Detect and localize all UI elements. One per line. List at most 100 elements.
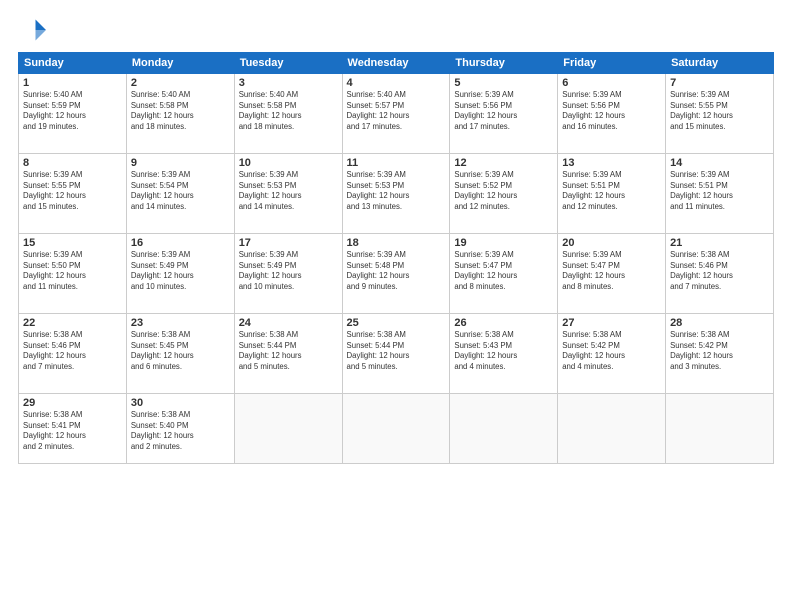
calendar-table: SundayMondayTuesdayWednesdayThursdayFrid… bbox=[18, 52, 774, 464]
day-info: Sunrise: 5:38 AM Sunset: 5:42 PM Dayligh… bbox=[562, 330, 661, 372]
calendar-cell: 22Sunrise: 5:38 AM Sunset: 5:46 PM Dayli… bbox=[19, 314, 127, 394]
day-info: Sunrise: 5:38 AM Sunset: 5:44 PM Dayligh… bbox=[347, 330, 446, 372]
logo bbox=[18, 16, 50, 44]
calendar-cell: 9Sunrise: 5:39 AM Sunset: 5:54 PM Daylig… bbox=[126, 154, 234, 234]
calendar-cell: 26Sunrise: 5:38 AM Sunset: 5:43 PM Dayli… bbox=[450, 314, 558, 394]
day-number: 28 bbox=[670, 317, 769, 329]
day-number: 21 bbox=[670, 237, 769, 249]
day-info: Sunrise: 5:38 AM Sunset: 5:41 PM Dayligh… bbox=[23, 410, 122, 452]
calendar-cell: 2Sunrise: 5:40 AM Sunset: 5:58 PM Daylig… bbox=[126, 74, 234, 154]
day-number: 5 bbox=[454, 77, 553, 89]
day-number: 15 bbox=[23, 237, 122, 249]
day-number: 19 bbox=[454, 237, 553, 249]
day-info: Sunrise: 5:38 AM Sunset: 5:44 PM Dayligh… bbox=[239, 330, 338, 372]
day-number: 8 bbox=[23, 157, 122, 169]
weekday-header-saturday: Saturday bbox=[666, 53, 774, 74]
day-number: 26 bbox=[454, 317, 553, 329]
weekday-header-wednesday: Wednesday bbox=[342, 53, 450, 74]
calendar-cell: 11Sunrise: 5:39 AM Sunset: 5:53 PM Dayli… bbox=[342, 154, 450, 234]
calendar-cell bbox=[558, 394, 666, 464]
calendar-cell: 18Sunrise: 5:39 AM Sunset: 5:48 PM Dayli… bbox=[342, 234, 450, 314]
day-info: Sunrise: 5:39 AM Sunset: 5:55 PM Dayligh… bbox=[670, 90, 769, 132]
day-info: Sunrise: 5:39 AM Sunset: 5:47 PM Dayligh… bbox=[562, 250, 661, 292]
day-number: 2 bbox=[131, 77, 230, 89]
day-number: 24 bbox=[239, 317, 338, 329]
calendar-cell: 13Sunrise: 5:39 AM Sunset: 5:51 PM Dayli… bbox=[558, 154, 666, 234]
day-number: 6 bbox=[562, 77, 661, 89]
day-number: 17 bbox=[239, 237, 338, 249]
day-number: 29 bbox=[23, 397, 122, 409]
day-info: Sunrise: 5:38 AM Sunset: 5:42 PM Dayligh… bbox=[670, 330, 769, 372]
day-number: 27 bbox=[562, 317, 661, 329]
calendar-cell: 7Sunrise: 5:39 AM Sunset: 5:55 PM Daylig… bbox=[666, 74, 774, 154]
calendar-cell: 1Sunrise: 5:40 AM Sunset: 5:59 PM Daylig… bbox=[19, 74, 127, 154]
calendar-cell: 24Sunrise: 5:38 AM Sunset: 5:44 PM Dayli… bbox=[234, 314, 342, 394]
day-number: 4 bbox=[347, 77, 446, 89]
calendar-cell: 4Sunrise: 5:40 AM Sunset: 5:57 PM Daylig… bbox=[342, 74, 450, 154]
day-number: 22 bbox=[23, 317, 122, 329]
day-info: Sunrise: 5:39 AM Sunset: 5:56 PM Dayligh… bbox=[454, 90, 553, 132]
weekday-header-tuesday: Tuesday bbox=[234, 53, 342, 74]
calendar-cell: 14Sunrise: 5:39 AM Sunset: 5:51 PM Dayli… bbox=[666, 154, 774, 234]
day-number: 25 bbox=[347, 317, 446, 329]
day-info: Sunrise: 5:38 AM Sunset: 5:43 PM Dayligh… bbox=[454, 330, 553, 372]
calendar-cell: 20Sunrise: 5:39 AM Sunset: 5:47 PM Dayli… bbox=[558, 234, 666, 314]
day-info: Sunrise: 5:39 AM Sunset: 5:49 PM Dayligh… bbox=[131, 250, 230, 292]
calendar-cell: 5Sunrise: 5:39 AM Sunset: 5:56 PM Daylig… bbox=[450, 74, 558, 154]
day-info: Sunrise: 5:39 AM Sunset: 5:53 PM Dayligh… bbox=[347, 170, 446, 212]
day-info: Sunrise: 5:39 AM Sunset: 5:51 PM Dayligh… bbox=[562, 170, 661, 212]
weekday-header-friday: Friday bbox=[558, 53, 666, 74]
day-info: Sunrise: 5:39 AM Sunset: 5:54 PM Dayligh… bbox=[131, 170, 230, 212]
logo-icon bbox=[18, 16, 46, 44]
day-number: 3 bbox=[239, 77, 338, 89]
calendar-cell: 12Sunrise: 5:39 AM Sunset: 5:52 PM Dayli… bbox=[450, 154, 558, 234]
day-number: 1 bbox=[23, 77, 122, 89]
day-info: Sunrise: 5:40 AM Sunset: 5:58 PM Dayligh… bbox=[131, 90, 230, 132]
weekday-header-thursday: Thursday bbox=[450, 53, 558, 74]
calendar-cell: 28Sunrise: 5:38 AM Sunset: 5:42 PM Dayli… bbox=[666, 314, 774, 394]
day-number: 10 bbox=[239, 157, 338, 169]
calendar-cell: 3Sunrise: 5:40 AM Sunset: 5:58 PM Daylig… bbox=[234, 74, 342, 154]
day-number: 20 bbox=[562, 237, 661, 249]
day-info: Sunrise: 5:39 AM Sunset: 5:55 PM Dayligh… bbox=[23, 170, 122, 212]
day-info: Sunrise: 5:38 AM Sunset: 5:40 PM Dayligh… bbox=[131, 410, 230, 452]
calendar-cell: 25Sunrise: 5:38 AM Sunset: 5:44 PM Dayli… bbox=[342, 314, 450, 394]
calendar-cell bbox=[450, 394, 558, 464]
day-info: Sunrise: 5:40 AM Sunset: 5:59 PM Dayligh… bbox=[23, 90, 122, 132]
day-number: 7 bbox=[670, 77, 769, 89]
day-info: Sunrise: 5:39 AM Sunset: 5:49 PM Dayligh… bbox=[239, 250, 338, 292]
day-number: 16 bbox=[131, 237, 230, 249]
calendar-cell bbox=[234, 394, 342, 464]
day-info: Sunrise: 5:40 AM Sunset: 5:57 PM Dayligh… bbox=[347, 90, 446, 132]
calendar-cell: 19Sunrise: 5:39 AM Sunset: 5:47 PM Dayli… bbox=[450, 234, 558, 314]
calendar-cell: 16Sunrise: 5:39 AM Sunset: 5:49 PM Dayli… bbox=[126, 234, 234, 314]
day-info: Sunrise: 5:39 AM Sunset: 5:52 PM Dayligh… bbox=[454, 170, 553, 212]
calendar-cell bbox=[342, 394, 450, 464]
day-info: Sunrise: 5:39 AM Sunset: 5:50 PM Dayligh… bbox=[23, 250, 122, 292]
calendar-cell: 23Sunrise: 5:38 AM Sunset: 5:45 PM Dayli… bbox=[126, 314, 234, 394]
day-info: Sunrise: 5:39 AM Sunset: 5:51 PM Dayligh… bbox=[670, 170, 769, 212]
weekday-header-sunday: Sunday bbox=[19, 53, 127, 74]
day-number: 12 bbox=[454, 157, 553, 169]
weekday-header-monday: Monday bbox=[126, 53, 234, 74]
day-info: Sunrise: 5:39 AM Sunset: 5:47 PM Dayligh… bbox=[454, 250, 553, 292]
day-number: 14 bbox=[670, 157, 769, 169]
calendar-cell: 30Sunrise: 5:38 AM Sunset: 5:40 PM Dayli… bbox=[126, 394, 234, 464]
calendar-cell: 6Sunrise: 5:39 AM Sunset: 5:56 PM Daylig… bbox=[558, 74, 666, 154]
day-info: Sunrise: 5:39 AM Sunset: 5:48 PM Dayligh… bbox=[347, 250, 446, 292]
day-number: 13 bbox=[562, 157, 661, 169]
day-info: Sunrise: 5:38 AM Sunset: 5:46 PM Dayligh… bbox=[23, 330, 122, 372]
calendar-cell bbox=[666, 394, 774, 464]
day-number: 11 bbox=[347, 157, 446, 169]
calendar-cell: 17Sunrise: 5:39 AM Sunset: 5:49 PM Dayli… bbox=[234, 234, 342, 314]
day-info: Sunrise: 5:39 AM Sunset: 5:56 PM Dayligh… bbox=[562, 90, 661, 132]
day-info: Sunrise: 5:40 AM Sunset: 5:58 PM Dayligh… bbox=[239, 90, 338, 132]
calendar-cell: 27Sunrise: 5:38 AM Sunset: 5:42 PM Dayli… bbox=[558, 314, 666, 394]
calendar-cell: 10Sunrise: 5:39 AM Sunset: 5:53 PM Dayli… bbox=[234, 154, 342, 234]
calendar-cell: 8Sunrise: 5:39 AM Sunset: 5:55 PM Daylig… bbox=[19, 154, 127, 234]
calendar-cell: 15Sunrise: 5:39 AM Sunset: 5:50 PM Dayli… bbox=[19, 234, 127, 314]
day-info: Sunrise: 5:39 AM Sunset: 5:53 PM Dayligh… bbox=[239, 170, 338, 212]
day-number: 23 bbox=[131, 317, 230, 329]
day-info: Sunrise: 5:38 AM Sunset: 5:45 PM Dayligh… bbox=[131, 330, 230, 372]
day-number: 30 bbox=[131, 397, 230, 409]
